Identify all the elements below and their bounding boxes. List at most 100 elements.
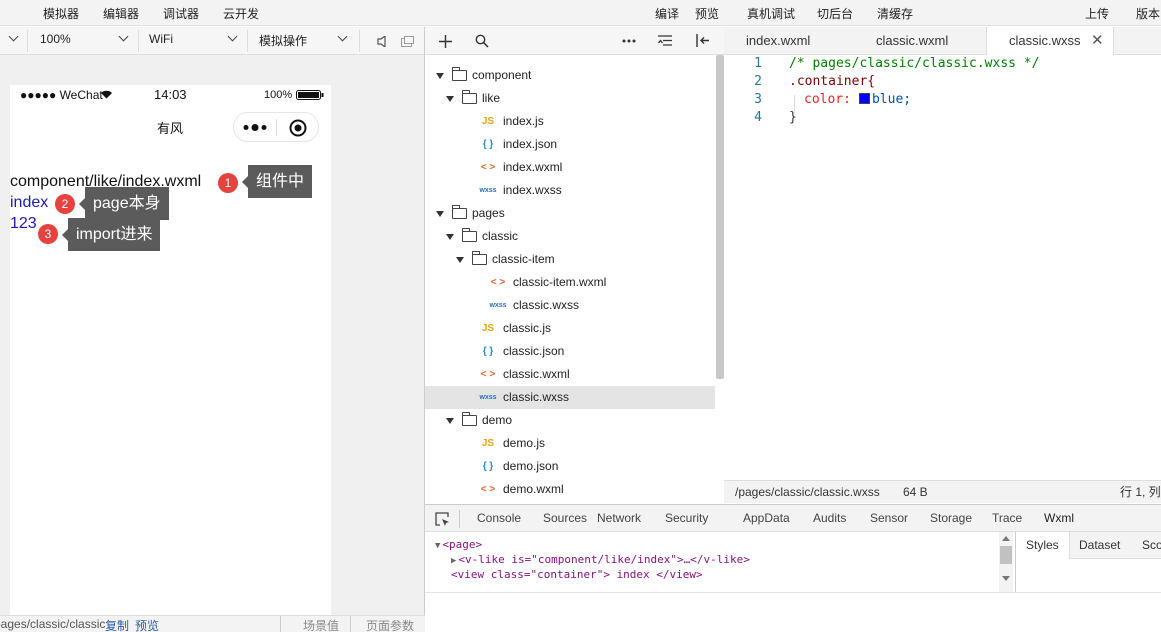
device-dropdown-icon[interactable]	[8, 31, 19, 42]
code-line[interactable]: }	[789, 110, 797, 125]
add-file-icon[interactable]	[439, 35, 452, 48]
zoom-chevron-down-icon[interactable]	[118, 31, 129, 42]
tree-file[interactable]: wxss index.wxss	[425, 179, 715, 202]
folder-open-icon	[452, 205, 467, 219]
toolbar-action[interactable]: 版本	[1136, 5, 1160, 22]
simulate-operation-select[interactable]: 模拟操作	[259, 32, 307, 50]
tree-folder[interactable]: like	[425, 87, 715, 110]
wxml-scrollbar[interactable]	[999, 532, 1013, 592]
devtools-tab[interactable]: Trace	[992, 505, 1022, 531]
code-line[interactable]: .container{	[789, 74, 875, 89]
editor-tab[interactable]: index.wxml	[724, 27, 854, 55]
expand-arrow-icon[interactable]	[446, 96, 454, 102]
toggle-layout-icon[interactable]	[696, 34, 710, 47]
menu-item[interactable]: 云开发	[223, 5, 259, 22]
devtools-tab[interactable]: Sources	[543, 505, 587, 531]
tree-folder[interactable]: component	[425, 64, 715, 87]
menu-item[interactable]: 模拟器	[43, 5, 79, 22]
devtools-tab[interactable]: AppData	[743, 505, 790, 531]
color-swatch-icon[interactable]	[858, 93, 870, 104]
tree-file[interactable]: JS demo.js	[425, 432, 715, 455]
battery-label: 100%	[264, 89, 293, 101]
toolbar-action[interactable]: 清缓存	[877, 5, 913, 22]
code-line[interactable]: color: blue;	[804, 92, 911, 107]
file-tree-scrollbar[interactable]	[716, 55, 724, 379]
devtools-tab[interactable]: Sensor	[870, 505, 908, 531]
preview-link[interactable]: 预览	[135, 617, 159, 632]
wxml-node[interactable]: <view class="container"> index </view>	[451, 568, 703, 581]
wxml-node[interactable]: ▶ <v-like is="component/like/index">…</v-…	[451, 553, 750, 566]
page-params-button[interactable]: 页面参数	[366, 617, 414, 632]
more-icon[interactable]	[243, 123, 267, 132]
operation-chevron-down-icon[interactable]	[337, 31, 348, 42]
devtools-tab[interactable]: Wxml	[1034, 505, 1084, 531]
toolbar-action[interactable]: 预览	[695, 5, 719, 22]
annotation-badge: 3	[38, 224, 58, 244]
menu-item[interactable]: 编辑器	[103, 5, 139, 22]
popout-window-icon[interactable]	[401, 36, 414, 47]
js-file-icon: JS	[481, 116, 495, 127]
expand-arrow-icon[interactable]	[436, 73, 444, 79]
network-chevron-down-icon[interactable]	[227, 31, 238, 42]
wxml-node[interactable]: ▼ <page>	[435, 538, 482, 551]
toolbar-action[interactable]: 切后台	[817, 5, 853, 22]
node-toggle-icon[interactable]: ▶	[451, 556, 456, 566]
toolbar-action[interactable]: 上传	[1085, 5, 1109, 22]
tree-file[interactable]: wxss classic.wxss	[425, 386, 715, 409]
json-file-icon: { }	[482, 346, 494, 357]
search-icon[interactable]	[475, 34, 489, 48]
tree-file[interactable]: < > classic.wxml	[425, 363, 715, 386]
wxml-node-text: <page>	[442, 538, 483, 551]
editor-tab[interactable]: classic.wxml	[854, 27, 984, 55]
expand-arrow-icon[interactable]	[446, 418, 454, 424]
annotation-tooltip: page本身	[79, 187, 169, 220]
close-tab-icon[interactable]: ✕	[1091, 27, 1104, 55]
page-path: pages/classic/classic	[0, 617, 106, 631]
wxml-file-icon: < >	[480, 484, 496, 495]
devtools-tab[interactable]: Security	[665, 505, 708, 531]
capsule-menu[interactable]	[233, 112, 319, 142]
tree-file[interactable]: wxss classic.wxss	[425, 294, 715, 317]
more-options-icon[interactable]	[622, 39, 636, 43]
code-line[interactable]: /* pages/classic/classic.wxss */	[789, 56, 1039, 71]
menu-item[interactable]: 调试器	[163, 5, 199, 22]
tree-file[interactable]: < > classic-item.wxml	[425, 271, 715, 294]
tree-file[interactable]: { } classic.json	[425, 340, 715, 363]
collapse-all-icon[interactable]	[658, 35, 672, 47]
tree-folder[interactable]: pages	[425, 202, 715, 225]
tree-file[interactable]: < > index.wxml	[425, 156, 715, 179]
menu-bar: 模拟器 编辑器 调试器 云开发 编译 预览 真机调试 切后台 清缓存 上传 版本	[0, 0, 1161, 26]
code-editor[interactable]: 1 /* pages/classic/classic.wxss */ 2 .conta…	[724, 55, 1161, 480]
tree-folder[interactable]: demo	[425, 409, 715, 432]
close-miniprogram-icon[interactable]	[289, 119, 307, 137]
side-tab[interactable]: Styles	[1016, 532, 1070, 559]
inspect-element-icon[interactable]	[435, 512, 450, 527]
tree-folder[interactable]: classic-item	[425, 248, 715, 271]
expand-arrow-icon[interactable]	[456, 257, 464, 263]
editor-tab-label: index.wxml	[746, 33, 811, 48]
tree-file[interactable]: { } index.json	[425, 133, 715, 156]
devtools-tab[interactable]: Storage	[930, 505, 972, 531]
scene-value-button[interactable]: 场景值	[303, 617, 339, 632]
tree-label: classic	[482, 229, 519, 243]
tree-file[interactable]: { } demo.json	[425, 455, 715, 478]
network-select[interactable]: WiFi	[149, 32, 173, 50]
zoom-select[interactable]: 100%	[40, 32, 71, 50]
side-tab[interactable]: Sco	[1132, 532, 1161, 559]
tree-file[interactable]: < > demo.wxml	[425, 478, 715, 501]
expand-arrow-icon[interactable]	[436, 211, 444, 217]
node-toggle-icon[interactable]: ▼	[435, 541, 440, 551]
tree-folder[interactable]: classic	[425, 225, 715, 248]
side-tab[interactable]: Dataset	[1069, 532, 1130, 559]
toolbar-action[interactable]: 真机调试	[747, 5, 795, 22]
devtools-tab[interactable]: Network	[597, 505, 641, 531]
copy-link[interactable]: 复制	[105, 617, 129, 632]
expand-arrow-icon[interactable]	[446, 234, 454, 240]
devtools-tab[interactable]: Console	[477, 505, 521, 531]
editor-tab[interactable]: classic.wxss ✕	[986, 27, 1114, 56]
tree-file[interactable]: JS index.js	[425, 110, 715, 133]
toolbar-action[interactable]: 编译	[655, 5, 679, 22]
tree-file[interactable]: JS classic.js	[425, 317, 715, 340]
devtools-tab[interactable]: Audits	[813, 505, 846, 531]
mute-icon[interactable]	[377, 36, 387, 47]
